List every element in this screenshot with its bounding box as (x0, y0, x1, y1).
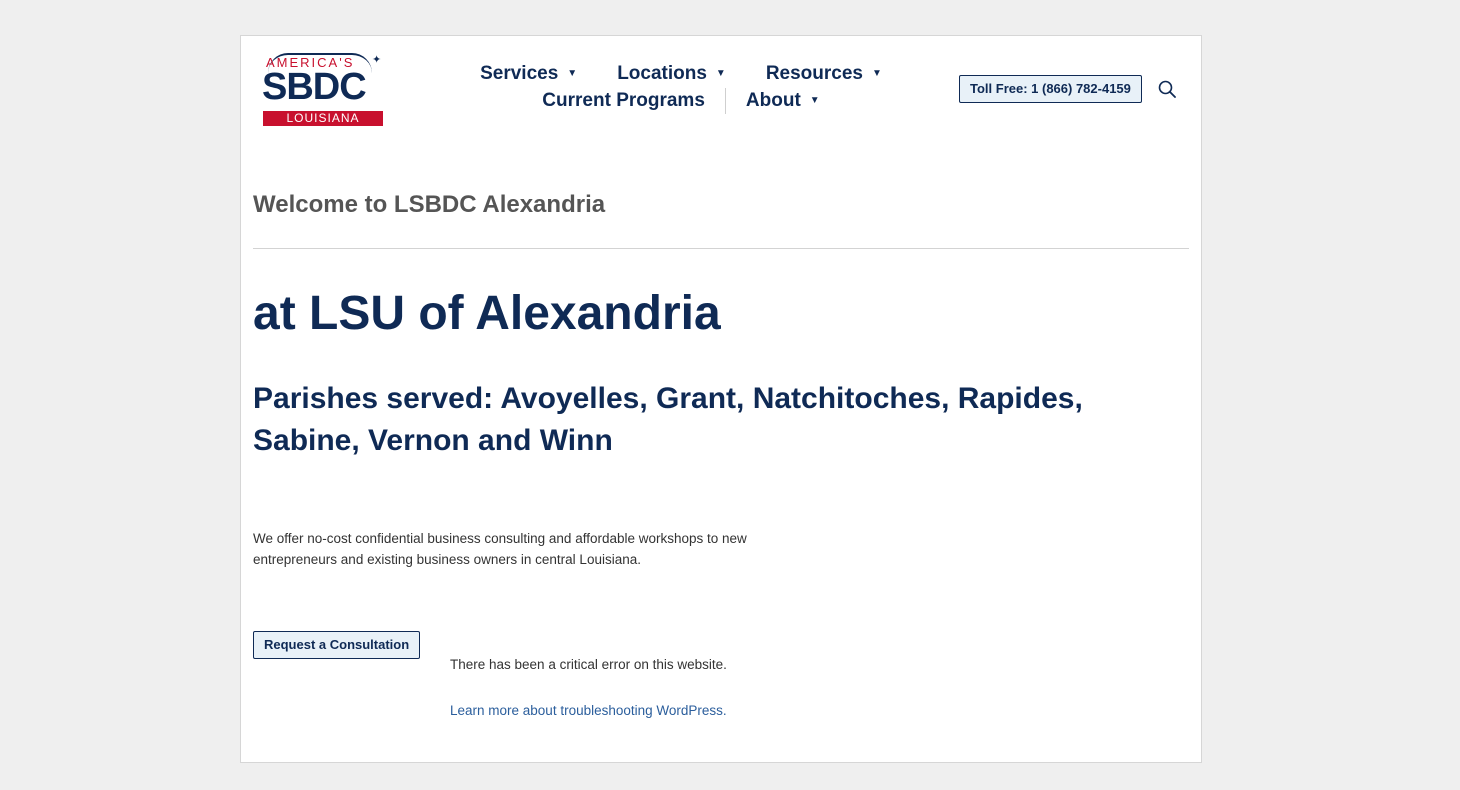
logo-main-text: SBDC (262, 66, 367, 108)
nav-item-services[interactable]: Services ▼ (460, 63, 597, 85)
troubleshooting-link[interactable]: Learn more about troubleshooting WordPre… (450, 703, 727, 718)
nav-item-label: Services (480, 62, 559, 84)
description-text: We offer no-cost confidential business c… (253, 531, 747, 567)
caret-down-icon: ▼ (872, 68, 882, 79)
nav-item-label: Locations (617, 62, 707, 84)
caret-down-icon: ▼ (809, 95, 820, 106)
nav-item-label: About (745, 89, 801, 111)
page-frame: AMERICA'S ✦ SBDC LOUISIANA Services ▼ Lo… (240, 35, 1202, 763)
nav-item-locations[interactable]: Locations ▼ (597, 63, 746, 85)
toll-free-button[interactable]: Toll Free: 1 (866) 782-4159 (959, 75, 1142, 103)
page-heading: at LSU of Alexandria (253, 287, 721, 340)
logo-bar: LOUISIANA (263, 111, 383, 126)
logo-star-icon: ✦ (372, 54, 382, 66)
nav-row-2: Current Programs About ▼ (466, 87, 896, 114)
nav-item-resources[interactable]: Resources ▼ (746, 63, 902, 85)
search-icon[interactable] (1158, 80, 1176, 98)
critical-error-message: There has been a critical error on this … (450, 657, 727, 672)
divider (253, 248, 1189, 249)
logo-bottom-text: LOUISIANA (286, 111, 360, 125)
caret-down-icon: ▼ (567, 68, 578, 79)
sbdc-logo[interactable]: AMERICA'S ✦ SBDC LOUISIANA (262, 53, 386, 129)
parishes-heading: Parishes served: Avoyelles, Grant, Natch… (253, 382, 1083, 457)
nav-row-1: Services ▼ Locations ▼ Resources ▼ (466, 60, 896, 87)
nav-item-current-programs[interactable]: Current Programs (522, 90, 725, 112)
nav-item-about[interactable]: About ▼ (726, 90, 840, 112)
request-consultation-button[interactable]: Request a Consultation (253, 631, 421, 659)
main-navigation: Services ▼ Locations ▼ Resources ▼ Curre… (466, 60, 896, 114)
nav-item-label: Current Programs (542, 89, 705, 111)
welcome-title: Welcome to LSBDC Alexandria (253, 191, 606, 218)
caret-down-icon: ▼ (715, 68, 726, 79)
nav-item-label: Resources (765, 62, 863, 84)
